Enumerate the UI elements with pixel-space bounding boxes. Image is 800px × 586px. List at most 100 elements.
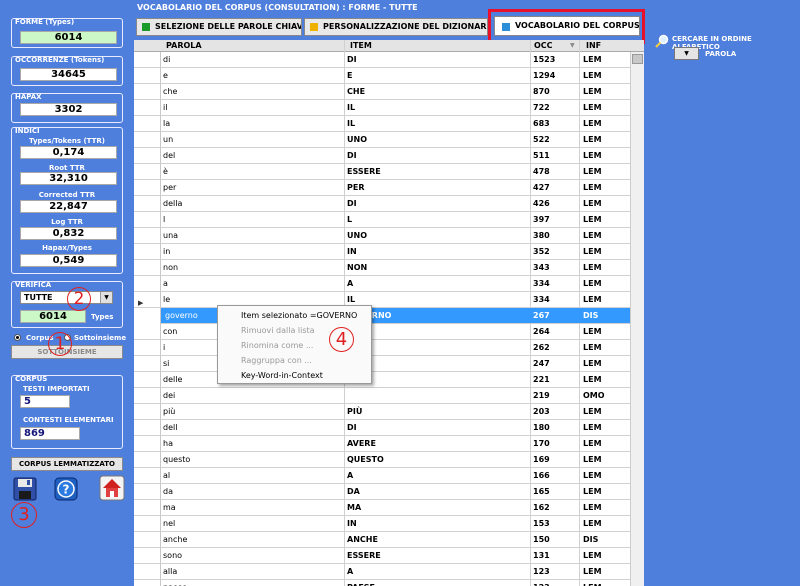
cell-inf: LEM <box>583 503 602 512</box>
cell-inf: DIS <box>583 311 599 320</box>
cell-parola: paese <box>163 580 187 586</box>
header-inf[interactable]: INF <box>586 40 601 52</box>
cell-item: IL <box>347 103 356 112</box>
tab-vocabolario-corpus[interactable]: VOCABOLARIO DEL CORPUS <box>494 16 640 36</box>
search-field-label: PAROLA <box>705 50 737 58</box>
cell-occ: 478 <box>533 167 550 176</box>
cell-parola: dell <box>163 423 178 432</box>
table-header: PAROLA ITEM OCC ▼ INF <box>134 40 644 52</box>
home-icon[interactable] <box>99 475 125 501</box>
cell-inf: LEM <box>583 471 602 480</box>
tab-label: SELEZIONE DELLE PAROLE CHIAVE <box>155 22 302 31</box>
table-row[interactable]: a A 334 LEM <box>134 276 630 292</box>
table-row[interactable]: e E 1294 LEM <box>134 68 630 84</box>
table-row[interactable]: alla A 123 LEM <box>134 564 630 580</box>
cell-item: PAESE <box>347 580 375 586</box>
cell-item: ESSERE <box>347 551 381 560</box>
cell-inf: LEM <box>583 215 602 224</box>
table-row[interactable]: in IN 352 LEM <box>134 244 630 260</box>
table-row[interactable]: dell DI 180 LEM <box>134 420 630 436</box>
table-row[interactable]: i 262 LEM <box>134 340 630 356</box>
table-row[interactable]: l L 397 LEM <box>134 212 630 228</box>
chevron-down-icon[interactable]: ▼ <box>100 292 112 303</box>
table-row[interactable]: questo QUESTO 169 LEM <box>134 452 630 468</box>
table-row[interactable]: le IL 334 LEM <box>134 292 630 308</box>
cell-occ: 170 <box>533 439 550 448</box>
table-row[interactable]: un UNO 522 LEM <box>134 132 630 148</box>
corrected-ttr-value: 22,847 <box>20 200 117 213</box>
table-row[interactable]: è ESSERE 478 LEM <box>134 164 630 180</box>
menu-item-rimuovi[interactable]: Rimuovi dalla lista <box>241 326 315 335</box>
cell-inf: LEM <box>583 519 602 528</box>
table-row[interactable]: paese PAESE 123 LEM <box>134 580 630 586</box>
cell-parola: per <box>163 183 177 192</box>
occorrenze-panel: OCCORRENZE (Tokens) 34645 <box>11 56 123 86</box>
table-row[interactable]: di DI 1523 LEM <box>134 52 630 68</box>
cell-parola: della <box>163 199 183 208</box>
table-row[interactable]: ma MA 162 LEM <box>134 500 630 516</box>
header-parola[interactable]: PAROLA <box>166 40 202 52</box>
search-icon[interactable] <box>655 34 669 48</box>
cell-occ: 380 <box>533 231 550 240</box>
cell-parola: le <box>163 295 171 304</box>
menu-item-kwic[interactable]: Key-Word-in-Context <box>241 371 323 380</box>
scrollbar-thumb[interactable] <box>632 54 643 64</box>
cell-parola: anche <box>163 535 188 544</box>
tab-personalizzazione-dizionario[interactable]: PERSONALIZZAZIONE DEL DIZIONARIO <box>304 18 488 36</box>
indici-label: INDICI <box>15 127 40 135</box>
cell-inf: LEM <box>583 247 602 256</box>
table-row[interactable]: da DA 165 LEM <box>134 484 630 500</box>
header-item[interactable]: ITEM <box>350 40 372 52</box>
save-icon[interactable] <box>13 477 37 501</box>
table-row[interactable]: il IL 722 LEM <box>134 100 630 116</box>
cell-parola: di <box>163 55 171 64</box>
cell-occ: 267 <box>533 311 550 320</box>
vocabulary-table: PAROLA ITEM OCC ▼ INF di DI 1523 LEM e E 1294 L… <box>134 40 644 586</box>
table-row[interactable]: si 247 LEM <box>134 356 630 372</box>
table-row[interactable]: del DI 511 LEM <box>134 148 630 164</box>
menu-item-rinomina[interactable]: Rinomina come ... <box>241 341 313 350</box>
table-row[interactable]: ha AVERE 170 LEM <box>134 436 630 452</box>
occorrenze-label: OCCORRENZE (Tokens) <box>15 56 105 64</box>
help-icon[interactable]: ? <box>54 477 78 501</box>
cell-occ: 1294 <box>533 71 556 80</box>
cell-parola: più <box>163 407 176 416</box>
table-row[interactable]: della DI 426 LEM <box>134 196 630 212</box>
cell-parola: in <box>163 247 171 256</box>
menu-item-selezionato[interactable]: Item selezionato =GOVERNO <box>241 311 357 320</box>
vertical-scrollbar[interactable] <box>630 52 644 586</box>
menu-item-raggruppa[interactable]: Raggruppa con ... <box>241 356 312 365</box>
cell-inf: LEM <box>583 103 602 112</box>
annotation-4: 4 <box>329 327 354 352</box>
tab-selezione-parole-chiave[interactable]: SELEZIONE DELLE PAROLE CHIAVE <box>136 18 302 36</box>
cell-inf: LEM <box>583 455 602 464</box>
table-row[interactable]: delle 221 LEM <box>134 372 630 388</box>
table-row[interactable]: una UNO 380 LEM <box>134 228 630 244</box>
occorrenze-value: 34645 <box>20 68 117 81</box>
table-row[interactable]: dei 219 OMO <box>134 388 630 404</box>
corpus-lemmatizzato-button[interactable]: CORPUS LEMMATIZZATO <box>11 457 123 471</box>
table-row[interactable]: con 264 LEM <box>134 324 630 340</box>
cell-inf: LEM <box>583 263 602 272</box>
window-title: VOCABOLARIO DEL CORPUS (CONSULTATION) : … <box>137 3 418 12</box>
table-row[interactable]: anche ANCHE 150 DIS <box>134 532 630 548</box>
table-row[interactable]: la IL 683 LEM <box>134 116 630 132</box>
table-row[interactable]: sono ESSERE 131 LEM <box>134 548 630 564</box>
ttr-value: 0,174 <box>20 146 117 159</box>
cell-item: AVERE <box>347 439 376 448</box>
table-row[interactable]: per PER 427 LEM <box>134 180 630 196</box>
table-row[interactable]: che CHE 870 LEM <box>134 84 630 100</box>
cell-inf: LEM <box>583 295 602 304</box>
radio-corpus[interactable] <box>14 334 21 341</box>
cell-parola: che <box>163 87 178 96</box>
cell-parola: delle <box>163 375 183 384</box>
table-row[interactable]: più PIÙ 203 LEM <box>134 404 630 420</box>
cell-parola: il <box>163 103 168 112</box>
corpus-panel: CORPUS TESTI IMPORTATI 5 CONTESTI ELEMEN… <box>11 375 123 449</box>
table-row[interactable]: nel IN 153 LEM <box>134 516 630 532</box>
search-field-select[interactable]: ▼ <box>674 47 699 60</box>
header-occ[interactable]: OCC <box>534 40 553 52</box>
cell-item: MA <box>347 503 362 512</box>
table-row[interactable]: non NON 343 LEM <box>134 260 630 276</box>
table-row[interactable]: al A 166 LEM <box>134 468 630 484</box>
